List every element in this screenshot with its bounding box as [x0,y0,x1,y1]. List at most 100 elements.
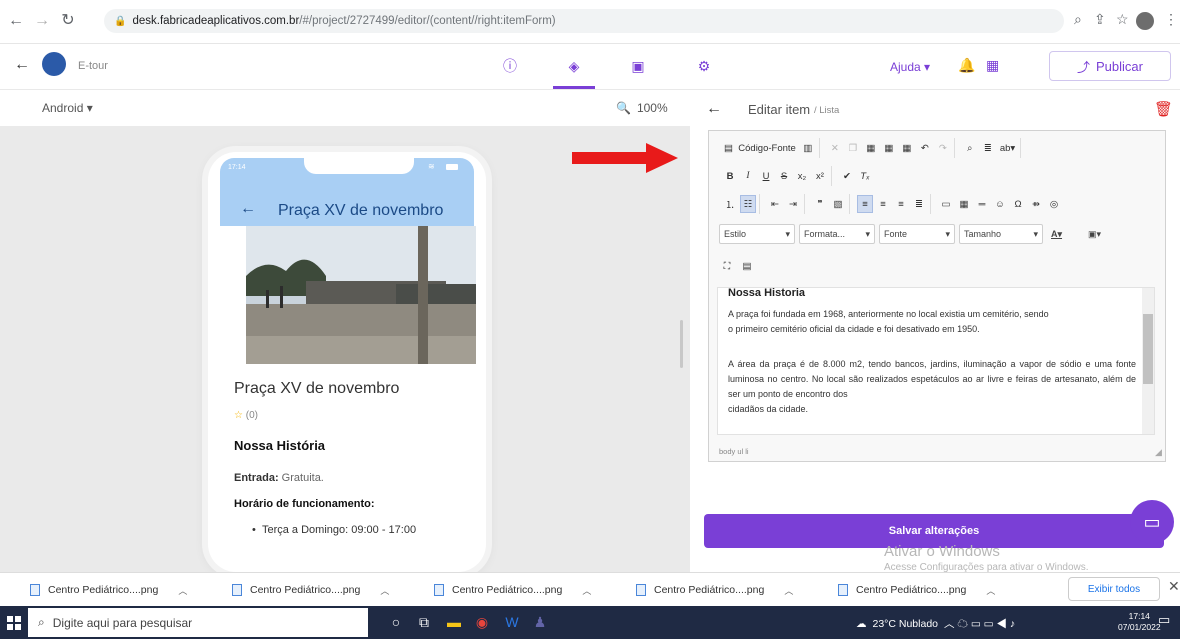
editor-scrollbar-thumb[interactable] [1143,314,1153,384]
star-icon[interactable]: ☆ [234,410,243,421]
file-explorer-icon[interactable]: ▬ [444,611,464,633]
info-icon[interactable]: ⓘ [499,55,521,77]
template-icon[interactable]: ▥ [800,139,816,157]
underline-icon[interactable]: U [758,167,774,185]
qr-code-icon[interactable]: ▦ [986,57,999,74]
copy-icon[interactable]: ❐ [845,139,861,157]
settings-icon[interactable]: ⚙ [693,55,715,77]
format-select[interactable]: Formata... ▾ [799,224,875,244]
image-icon[interactable]: ▣ [627,55,649,77]
paste-icon[interactable]: ▦ [863,139,879,157]
show-blocks-icon[interactable]: ▤ [739,257,755,275]
show-all-downloads-button[interactable]: Exibir todos [1068,577,1160,601]
find-icon[interactable]: ⌕ [962,139,978,157]
blockquote-icon[interactable]: ❞ [812,195,828,213]
download-item[interactable]: Centro Pediátrico....png ︿ [434,580,591,600]
strikethrough-icon[interactable]: S [776,167,792,185]
download-item[interactable]: Centro Pediátrico....png ︿ [30,580,187,600]
panel-splitter[interactable] [680,320,683,368]
justify-icon[interactable]: ≣ [911,195,927,213]
italic-icon[interactable]: I [740,167,756,185]
page-break-icon[interactable]: ⇻ [1028,195,1044,213]
notification-center-icon[interactable]: ▭ [1158,612,1170,628]
align-left-icon[interactable]: ≡ [857,195,873,213]
redo-icon[interactable]: ↷ [935,139,951,157]
chrome-icon[interactable]: ◉ [472,611,492,633]
iframe-icon[interactable]: ◎ [1046,195,1062,213]
help-dropdown[interactable]: Ajuda ▾ [890,60,930,74]
paste-text-icon[interactable]: ▦ [881,139,897,157]
platform-select[interactable]: Android ▾ [42,101,93,115]
back-arrow-icon[interactable]: ← [6,11,26,31]
subscript-icon[interactable]: x₂ [794,167,810,185]
toolbar-row-5: ⛶ ▤ [719,255,755,277]
undo-icon[interactable]: ↶ [917,139,933,157]
spellcheck-icon[interactable]: ab▾ [998,139,1017,157]
cortana-icon[interactable]: ○ [386,611,406,633]
style-select[interactable]: Estilo ▾ [719,224,795,244]
smiley-icon[interactable]: ☺ [992,195,1008,213]
image-insert-icon[interactable]: ▭ [938,195,954,213]
remove-format-icon[interactable]: Tₓ [857,167,873,185]
zoom-icon[interactable]: ⌕ [1074,11,1082,28]
chevron-up-icon[interactable]: ︿ [784,584,793,597]
chevron-up-icon[interactable]: ︿ [178,584,187,597]
download-item[interactable]: Centro Pediátrico....png ︿ [232,580,389,600]
source-code-button[interactable]: ▤ Código-Fonte [722,139,798,157]
windows-start-icon[interactable] [0,606,28,639]
numbered-list-icon[interactable]: ⒈ [722,195,738,213]
address-bar[interactable]: 🔒 desk.fabricadeaplicativos.com.br/#/pro… [104,9,1064,33]
phone-back-arrow-icon[interactable]: ← [240,200,256,218]
teams-icon[interactable]: ♟ [530,611,550,633]
taskbar-search[interactable]: ⌕ Digite aqui para pesquisar [28,608,368,637]
size-select[interactable]: Tamanho ▾ [959,224,1043,244]
zoom-control[interactable]: 🔍 100% [616,101,668,115]
resize-handle-icon[interactable]: ◢ [1155,447,1162,458]
font-select[interactable]: Fonte ▾ [879,224,955,244]
chevron-up-icon[interactable]: ︿ [986,584,995,597]
outdent-icon[interactable]: ⇤ [767,195,783,213]
align-right-icon[interactable]: ≡ [893,195,909,213]
text-color-icon[interactable]: A▾ [1051,229,1062,240]
paste-word-icon[interactable]: ▦ [899,139,915,157]
bell-icon[interactable]: 🔔 [958,57,975,74]
browser-menu-icon[interactable]: ⋮ [1164,11,1178,28]
horizontal-line-icon[interactable]: ═ [974,195,990,213]
trash-icon[interactable]: 🗑 [1154,100,1173,118]
publish-button[interactable]: ⤴ Publicar [1049,51,1171,81]
special-char-icon[interactable]: Ω [1010,195,1026,213]
share-icon[interactable]: ⇪ [1094,11,1106,28]
bold-icon[interactable]: B [722,167,738,185]
download-item[interactable]: Centro Pediátrico....png ︿ [636,580,793,600]
editor-scrollbar[interactable] [1142,288,1154,434]
system-tray-icons[interactable]: ︿ ☁ ▭ ▭ ◀ ♪ [944,616,1015,631]
bookmark-star-icon[interactable]: ☆ [1116,11,1129,28]
superscript-icon[interactable]: x² [812,167,828,185]
align-center-icon[interactable]: ≡ [875,195,891,213]
editor-back-arrow-icon[interactable]: ← [706,100,722,118]
chat-support-icon[interactable]: ▭ [1130,500,1174,544]
chevron-up-icon[interactable]: ︿ [380,584,389,597]
task-view-icon[interactable]: ⧉ [414,611,434,633]
maximize-icon[interactable]: ⛶ [719,257,735,275]
editor-content-area[interactable]: Nossa Historia A praça foi fundada em 19… [717,287,1155,435]
reload-icon[interactable]: ↻ [58,11,78,31]
copy-format-icon[interactable]: ✔ [839,167,855,185]
cut-icon[interactable]: ✕ [827,139,843,157]
download-item[interactable]: Centro Pediátrico....png ︿ [838,580,995,600]
weather-widget[interactable]: ☁ 23°C Nublado ︿ ☁ ▭ ▭ ◀ ♪ [856,616,1015,631]
taskbar-clock[interactable]: 17:14 07/01/2022 [1118,611,1161,633]
forward-arrow-icon[interactable]: → [32,11,52,31]
replace-icon[interactable]: ≣ [980,139,996,157]
profile-avatar[interactable] [1136,12,1154,30]
bulleted-list-icon[interactable]: ☷ [740,195,756,213]
div-container-icon[interactable]: ▧ [830,195,846,213]
word-icon[interactable]: W [502,611,522,633]
close-icon[interactable]: ✕ [1168,578,1180,595]
indent-icon[interactable]: ⇥ [785,195,801,213]
chevron-up-icon[interactable]: ︿ [582,584,591,597]
background-color-icon[interactable]: ▣▾ [1088,229,1101,240]
back-arrow-icon[interactable]: ← [14,56,30,74]
table-icon[interactable]: ▦ [956,195,972,213]
layers-icon[interactable]: ◈ [563,55,585,77]
